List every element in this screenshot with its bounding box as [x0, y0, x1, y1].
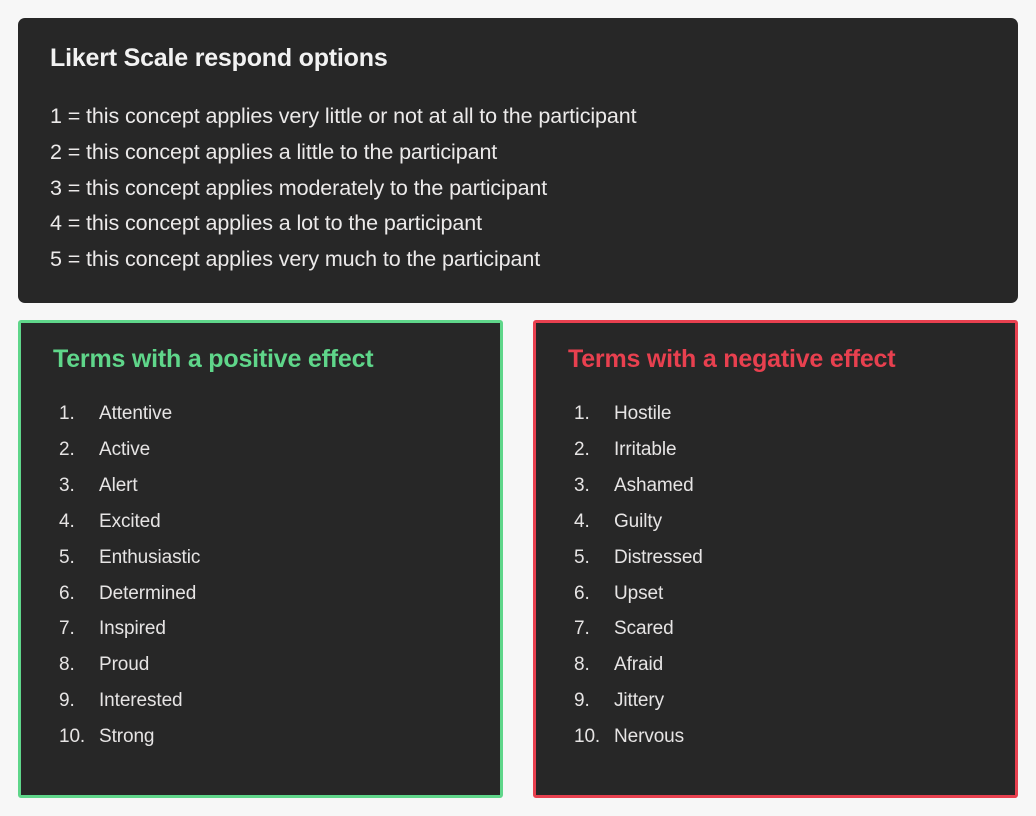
- list-item: 5. Distressed: [562, 540, 989, 576]
- list-item-label: Guilty: [614, 510, 662, 532]
- likert-option-4: 4 = this concept applies a lot to the pa…: [50, 211, 482, 236]
- list-item-label: Proud: [99, 654, 150, 676]
- list-item-index: 2.: [59, 438, 75, 460]
- likert-options-list: 1 = this concept applies very little or …: [48, 99, 988, 278]
- likert-option-3: 3 = this concept applies moderately to t…: [50, 175, 548, 200]
- list-item-label: Hostile: [614, 403, 672, 424]
- list-item: 8. Proud: [47, 647, 474, 683]
- list-item-index: 10.: [574, 726, 601, 748]
- list-item: 10. Nervous: [562, 719, 989, 755]
- list-item: 1. Hostile: [562, 396, 989, 432]
- list-item-index: 9.: [59, 690, 75, 712]
- term-panels-row: Terms with a positive effect 1. Attentiv…: [18, 320, 1018, 798]
- list-item-index: 3.: [574, 474, 590, 496]
- list-item-label: Jittery: [614, 690, 664, 712]
- list-item-index: 5.: [59, 546, 75, 568]
- list-item-label: Enthusiastic: [99, 546, 201, 568]
- list-item-label: Scared: [614, 618, 674, 640]
- list-item-label: Nervous: [614, 726, 685, 748]
- list-item: 9. Interested: [47, 683, 474, 719]
- list-item-label: Upset: [614, 582, 664, 604]
- list-item: 6. Upset: [562, 576, 989, 612]
- likert-option-2: 2 = this concept applies a little to the…: [50, 139, 498, 164]
- list-item-index: 6.: [574, 582, 590, 604]
- list-item-index: 3.: [59, 474, 75, 496]
- list-item-index: 2.: [574, 438, 590, 460]
- list-item: 4. Excited: [47, 504, 474, 540]
- likert-option-5: 5 = this concept applies very much to th…: [50, 247, 541, 272]
- list-item-label: Distressed: [614, 546, 703, 568]
- list-item-index: 4.: [59, 510, 75, 532]
- likert-scale-reference-page: Likert Scale respond options 1 = this co…: [0, 0, 1036, 816]
- list-item: 3. Alert: [47, 468, 474, 504]
- likert-option-1: 1 = this concept applies very little or …: [50, 104, 637, 128]
- list-item-label: Inspired: [99, 618, 166, 640]
- list-item-index: 8.: [574, 654, 590, 676]
- list-item-label: Ashamed: [614, 474, 694, 496]
- list-item-index: 1.: [59, 403, 75, 424]
- likert-scale-title: Likert Scale respond options: [50, 44, 388, 72]
- list-item-index: 4.: [574, 510, 590, 532]
- list-item: 1. Attentive: [47, 396, 474, 432]
- list-item: 7. Scared: [562, 611, 989, 647]
- negative-terms-title: Terms with a negative effect: [568, 345, 896, 373]
- list-item-label: Active: [99, 438, 151, 460]
- negative-terms-list: 1. Hostile 2. Irritable 3. Ashamed 4. Gu…: [562, 396, 989, 755]
- list-item-label: Attentive: [99, 403, 173, 424]
- positive-terms-list: 1. Attentive 2. Active 3. Alert 4. Excit…: [47, 396, 474, 755]
- list-item-index: 10.: [59, 726, 86, 748]
- list-item-label: Irritable: [614, 438, 677, 460]
- list-item-label: Afraid: [614, 654, 664, 676]
- list-item-label: Interested: [99, 690, 183, 712]
- list-item-label: Alert: [99, 474, 138, 496]
- list-item: 2. Active: [47, 432, 474, 468]
- list-item: 8. Afraid: [562, 647, 989, 683]
- list-item-index: 6.: [59, 582, 75, 604]
- list-item: 6. Determined: [47, 576, 474, 612]
- list-item-index: 5.: [574, 546, 590, 568]
- list-item: 5. Enthusiastic: [47, 540, 474, 576]
- list-item: 3. Ashamed: [562, 468, 989, 504]
- list-item-index: 7.: [574, 618, 590, 640]
- list-item: 10. Strong: [47, 719, 474, 755]
- list-item-label: Determined: [99, 582, 197, 604]
- list-item: 2. Irritable: [562, 432, 989, 468]
- list-item: 9. Jittery: [562, 683, 989, 719]
- negative-terms-panel: Terms with a negative effect 1. Hostile …: [533, 320, 1018, 798]
- likert-scale-card: Likert Scale respond options 1 = this co…: [18, 18, 1018, 303]
- list-item-label: Strong: [99, 726, 155, 748]
- list-item: 4. Guilty: [562, 504, 989, 540]
- list-item-index: 1.: [574, 403, 590, 424]
- positive-terms-panel: Terms with a positive effect 1. Attentiv…: [18, 320, 503, 798]
- list-item-index: 7.: [59, 618, 75, 640]
- list-item-index: 9.: [574, 690, 590, 712]
- list-item: 7. Inspired: [47, 611, 474, 647]
- list-item-index: 8.: [59, 654, 75, 676]
- list-item-label: Excited: [99, 510, 161, 532]
- positive-terms-title: Terms with a positive effect: [53, 345, 374, 373]
